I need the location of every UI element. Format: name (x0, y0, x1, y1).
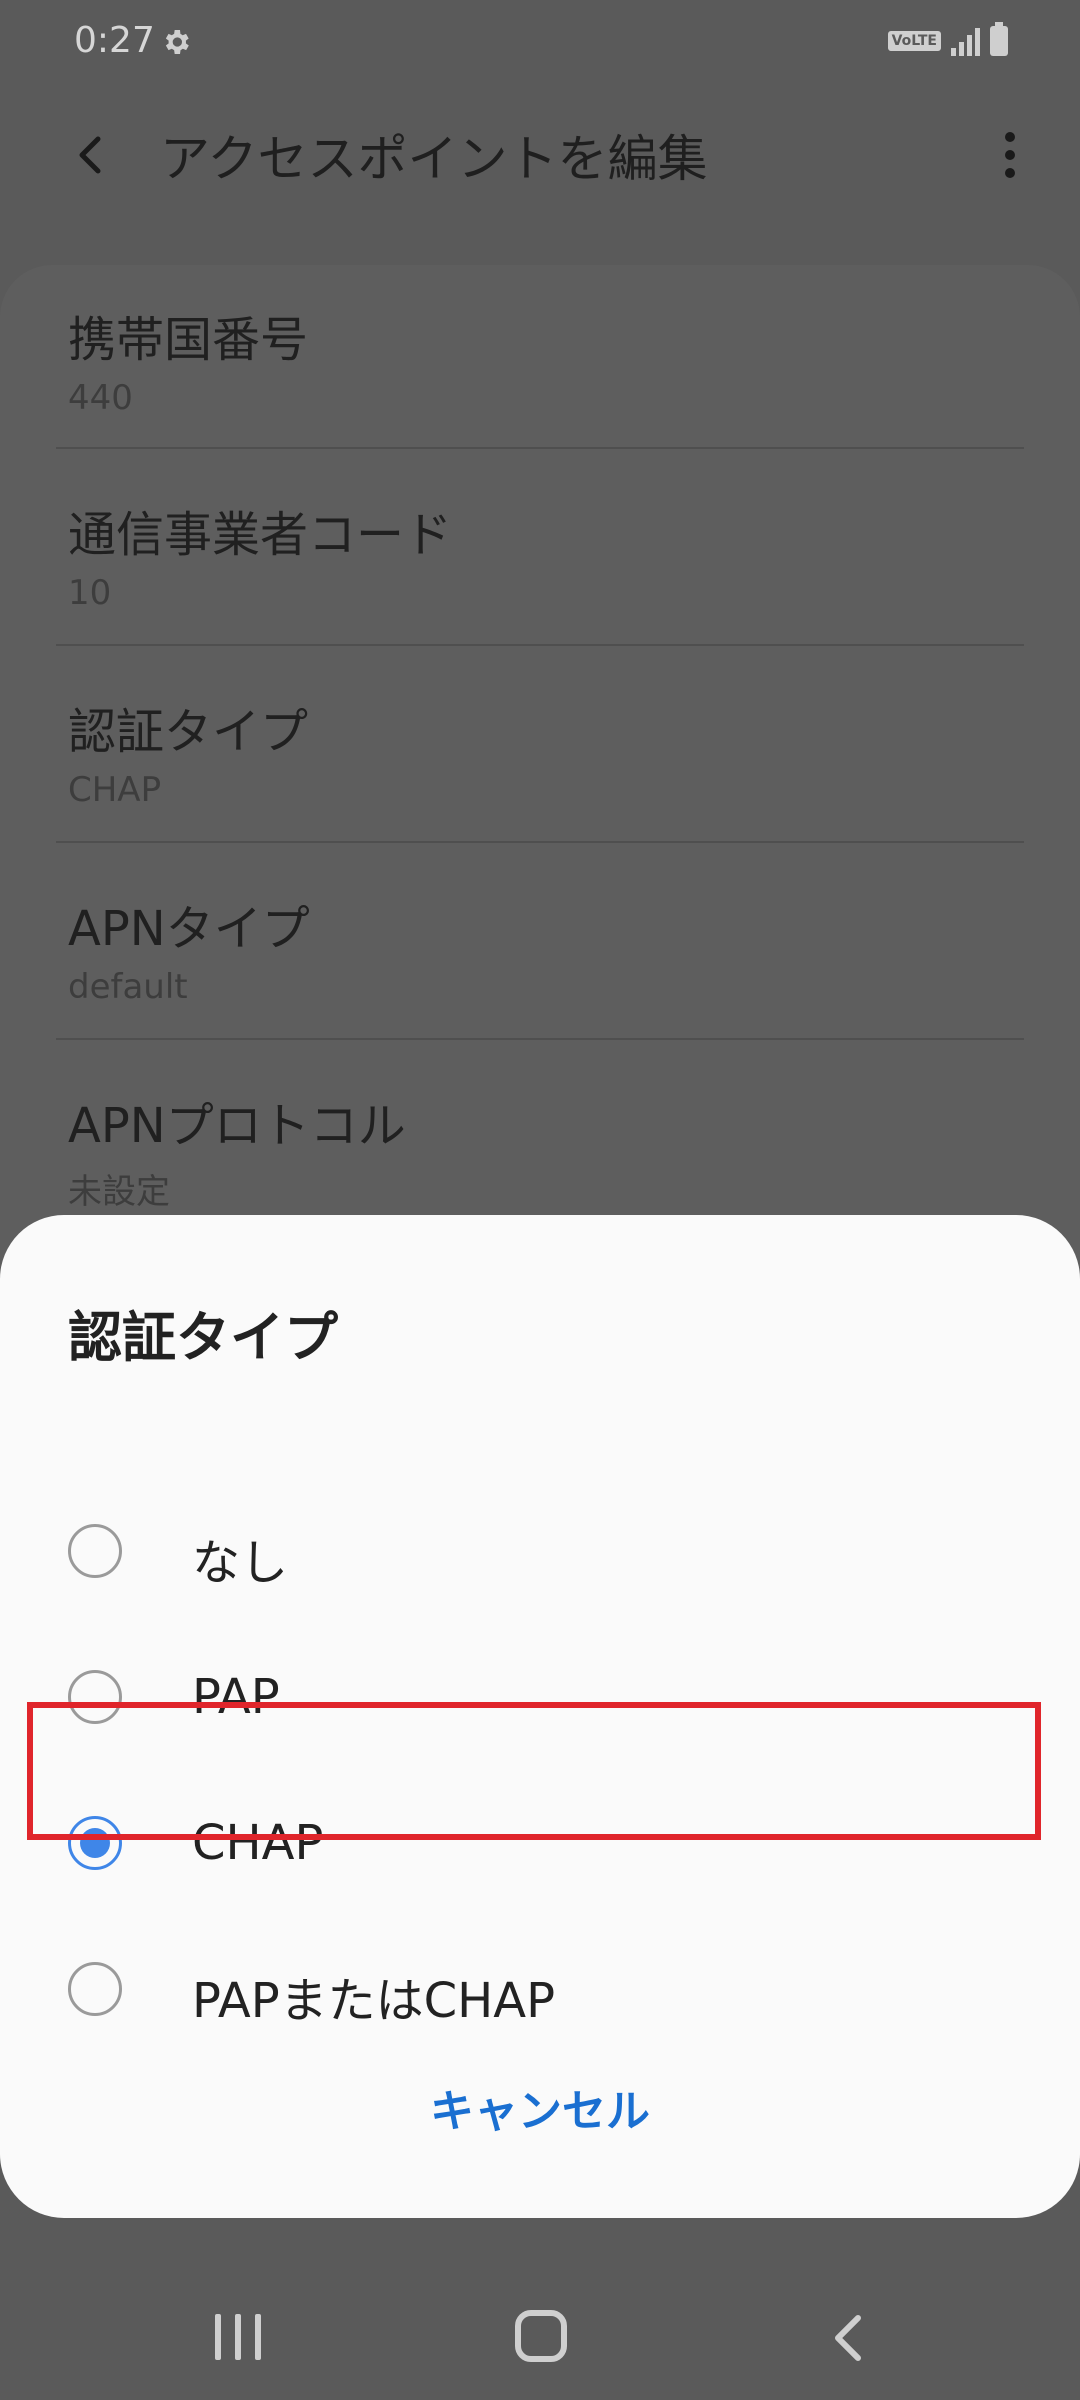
setting-value: CHAP (68, 770, 162, 810)
back-icon[interactable] (820, 2308, 880, 2368)
more-vert-icon[interactable] (980, 125, 1040, 185)
setting-apn-type[interactable]: APNタイプ default (68, 889, 1024, 1007)
setting-value: 未設定 (68, 1172, 170, 1212)
battery-icon (990, 22, 1008, 56)
status-time: 0:27 (74, 20, 155, 61)
divider (56, 644, 1024, 646)
setting-label: APNプロトコル (68, 1098, 406, 1154)
home-icon[interactable] (515, 2310, 567, 2362)
setting-value: default (68, 967, 188, 1007)
settings-list: 携帯国番号 440 通信事業者コード 10 認証タイプ CHAP APNタイプ … (0, 265, 1080, 1365)
setting-value: 440 (68, 378, 133, 418)
option-none[interactable]: なし (0, 1483, 1080, 1623)
status-icons: VoLTE (887, 22, 1008, 56)
navigation-bar (0, 2218, 1080, 2400)
recents-icon[interactable] (215, 2314, 261, 2360)
page-title: アクセスポイントを編集 (160, 130, 708, 188)
back-arrow-icon[interactable] (62, 125, 122, 185)
cancel-button[interactable]: キャンセル (0, 2075, 1080, 2139)
gear-icon (165, 30, 189, 54)
setting-apn-protocol[interactable]: APNプロトコル 未設定 (68, 1086, 1024, 1213)
divider (56, 841, 1024, 843)
radio-button[interactable] (68, 1962, 122, 2016)
setting-auth-type[interactable]: 認証タイプ CHAP (68, 692, 1024, 810)
status-bar: 0:27 VoLTE (0, 0, 1080, 90)
divider (56, 447, 1024, 449)
setting-mnc[interactable]: 通信事業者コード 10 (68, 495, 1024, 613)
setting-mcc[interactable]: 携帯国番号 440 (68, 300, 1024, 418)
setting-label: 携帯国番号 (68, 312, 309, 368)
option-label: PAPまたはCHAP (192, 1973, 556, 2029)
divider (56, 1038, 1024, 1040)
volte-icon: VoLTE (887, 31, 941, 51)
option-label: なし (192, 1535, 289, 1591)
setting-label: 認証タイプ (68, 704, 309, 760)
app-bar: アクセスポイントを編集 (0, 95, 1080, 215)
signal-icon (951, 26, 980, 56)
setting-value: 10 (68, 573, 112, 613)
option-pap-or-chap[interactable]: PAPまたはCHAP (0, 1921, 1080, 2061)
highlight-box (27, 1702, 1041, 1840)
setting-label: APNタイプ (68, 901, 310, 957)
dialog-title: 認証タイプ (68, 1306, 338, 1369)
radio-button[interactable] (68, 1524, 122, 1578)
auth-type-dialog: 認証タイプ なし PAP CHAP PAPまたはCHAP キャンセル (0, 1215, 1080, 2218)
setting-label: 通信事業者コード (68, 507, 453, 563)
